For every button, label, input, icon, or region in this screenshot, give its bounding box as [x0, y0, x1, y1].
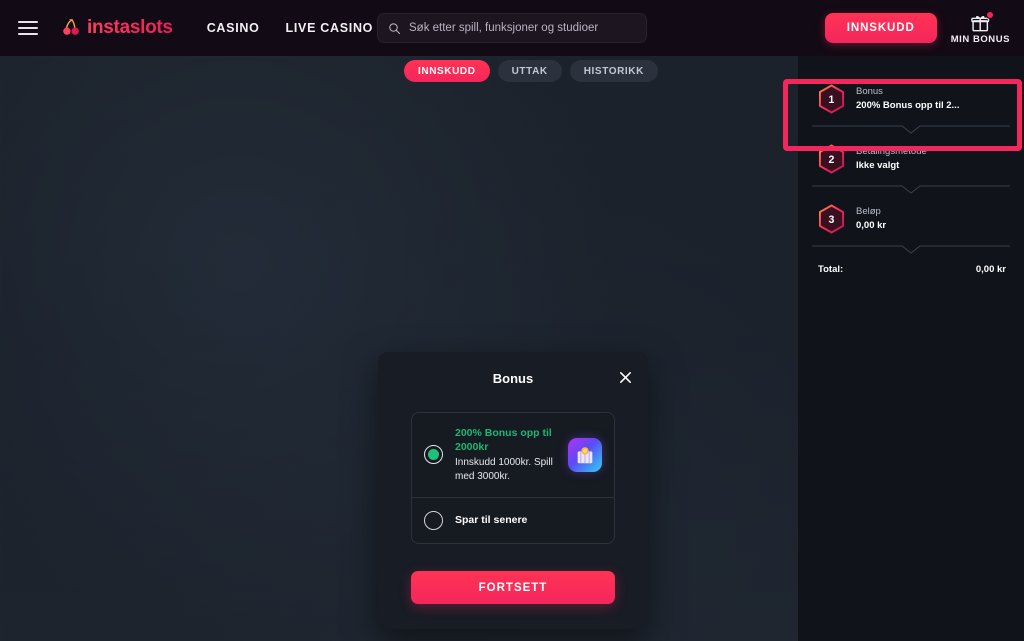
bonus-option-save-for-later[interactable]: Spar til senere	[412, 496, 614, 543]
site-logo[interactable]: instaslots	[60, 17, 173, 39]
tab-innskudd[interactable]: INNSKUDD	[404, 60, 490, 82]
svg-text:3: 3	[829, 214, 835, 226]
summary-divider	[812, 184, 1010, 194]
bonus-modal: Bonus 200% Bonus opp til 2000kr Innskudd…	[378, 352, 648, 629]
bonus-modal-footer: FORTSETT	[411, 571, 615, 604]
step-text-payment-method: Betalingsmetode Ikke valgt	[856, 145, 927, 172]
gift-icon-wrap	[970, 11, 994, 33]
bonus-option-text: Spar til senere	[455, 514, 602, 526]
step-label-payment-method: Betalingsmetode	[856, 146, 927, 158]
step-text-bonus: Bonus 200% Bonus opp til 2...	[856, 85, 959, 112]
bonus-option-200-percent[interactable]: 200% Bonus opp til 2000kr Innskudd 1000k…	[412, 413, 614, 497]
close-icon[interactable]	[616, 368, 634, 386]
hamburger-line	[18, 33, 38, 35]
bonus-options-list: 200% Bonus opp til 2000kr Innskudd 1000k…	[411, 412, 615, 544]
step-value-bonus: 200% Bonus opp til 2...	[856, 99, 960, 111]
tab-historikk[interactable]: HISTORIKK	[569, 60, 658, 82]
total-label: Total:	[818, 264, 844, 275]
bonus-option-title: Spar til senere	[455, 514, 528, 527]
hamburger-line	[18, 27, 38, 29]
bonus-gift-icon	[568, 437, 602, 472]
search-box[interactable]	[377, 13, 647, 43]
site-header: instaslots CASINO LIVE CASINO INNSKUDD	[0, 0, 1024, 56]
step-label-amount: Beløp	[856, 206, 881, 218]
hamburger-line	[18, 21, 38, 23]
cherry-logo-icon	[63, 18, 79, 35]
bonus-option-subtitle: Innskudd 1000kr. Spill med 3000kr.	[455, 457, 553, 483]
continue-button[interactable]: FORTSETT	[411, 571, 615, 604]
nav-link-live-casino[interactable]: LIVE CASINO	[286, 21, 374, 35]
nav-link-casino[interactable]: CASINO	[207, 21, 260, 35]
radio-dot-selected	[428, 449, 439, 461]
summary-step-bonus[interactable]: 1 Bonus 200% Bonus opp til 2...	[812, 74, 1010, 124]
bonus-modal-header: Bonus	[378, 352, 648, 404]
page-root: instaslots CASINO LIVE CASINO INNSKUDD	[0, 0, 1024, 641]
step-text-amount: Beløp 0,00 kr	[856, 205, 886, 232]
search-input[interactable]	[409, 22, 636, 34]
summary-divider	[812, 124, 1010, 134]
svg-text:2: 2	[829, 154, 835, 166]
bonus-option-title: 200% Bonus opp til 2000kr	[455, 427, 552, 454]
radio-save-for-later[interactable]	[424, 510, 443, 530]
deposit-summary-sidebar: 1 Bonus 200% Bonus opp til 2... 2 Betali…	[798, 56, 1024, 641]
summary-total-row: Total: 0,00 kr	[812, 254, 1010, 275]
notification-badge	[985, 11, 994, 19]
hamburger-menu-icon[interactable]	[18, 21, 38, 35]
step-number-badge-3-icon: 3	[818, 204, 845, 234]
my-bonus-label: MIN BONUS	[950, 34, 1010, 45]
search-icon	[389, 22, 401, 34]
step-value-amount: 0,00 kr	[856, 219, 887, 231]
deposit-button[interactable]: INNSKUDD	[824, 13, 937, 43]
step-number-badge-2-icon: 2	[818, 144, 845, 174]
summary-divider	[812, 244, 1010, 254]
step-number-badge-1-icon: 1	[818, 84, 845, 114]
bonus-option-text: 200% Bonus opp til 2000kr Innskudd 1000k…	[455, 426, 556, 484]
summary-step-payment-method[interactable]: 2 Betalingsmetode Ikke valgt	[812, 134, 1010, 184]
svg-text:1: 1	[829, 94, 835, 106]
header-actions: INNSKUDD MIN BONUS	[824, 0, 1010, 56]
total-value: 0,00 kr	[975, 264, 1006, 275]
summary-step-amount[interactable]: 3 Beløp 0,00 kr	[812, 194, 1010, 244]
step-value-payment-method: Ikke valgt	[856, 159, 900, 171]
tab-uttak[interactable]: UTTAK	[497, 60, 562, 82]
radio-bonus-200-percent[interactable]	[424, 445, 443, 465]
logo-text: instaslots	[87, 17, 173, 38]
my-bonus-button[interactable]: MIN BONUS	[951, 11, 1010, 45]
transaction-tabs: INNSKUDD UTTAK HISTORIKK	[404, 60, 658, 82]
main-navigation: CASINO LIVE CASINO	[207, 21, 373, 35]
search-container	[377, 13, 647, 43]
step-label-bonus: Bonus	[856, 86, 883, 98]
bonus-modal-title: Bonus	[492, 370, 534, 386]
